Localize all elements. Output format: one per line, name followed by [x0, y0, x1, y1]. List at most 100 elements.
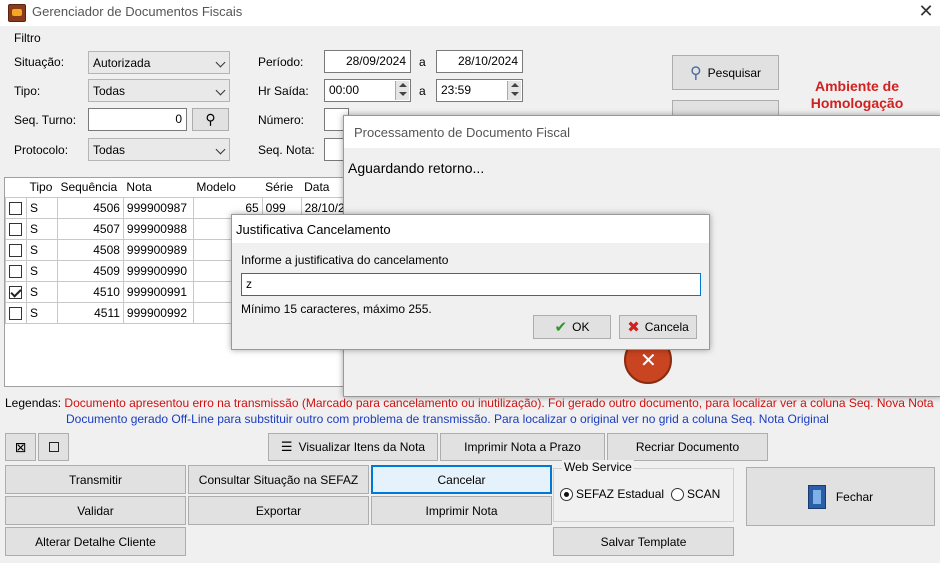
protocolo-value: Todas: [93, 143, 126, 157]
select-none-button[interactable]: [38, 433, 69, 461]
col-header-tipo[interactable]: Tipo: [26, 178, 57, 197]
ok-button[interactable]: ✔ OK: [533, 315, 611, 339]
sefaz-label: SEFAZ Estadual: [576, 487, 665, 501]
processing-message: Aguardando retorno...: [348, 160, 485, 176]
consultar-button[interactable]: Consultar Situação na SEFAZ: [188, 465, 369, 494]
col-header-data[interactable]: Data: [301, 178, 345, 197]
webservice-label: Web Service: [562, 460, 634, 474]
cell-nota: 999900991: [122, 280, 194, 303]
spinner-arrows-icon[interactable]: [507, 81, 521, 100]
check-icon: ✔: [554, 319, 568, 336]
seq-nota-label: Seq. Nota:: [258, 143, 315, 157]
justificativa-input[interactable]: z: [241, 273, 701, 296]
tipo-label: Tipo:: [14, 84, 41, 98]
cancelar-button[interactable]: Cancelar: [371, 465, 552, 494]
protocolo-select[interactable]: Todas: [88, 138, 230, 161]
cell-sequencia: 4506: [56, 196, 124, 219]
transmitir-button[interactable]: Transmitir: [5, 465, 186, 494]
legend: Legendas: Documento apresentou erro na t…: [5, 396, 940, 410]
hr-to-input[interactable]: 23:59: [436, 79, 523, 102]
cell-tipo: S: [25, 301, 58, 324]
pesquisar-button[interactable]: ⚲ Pesquisar: [672, 55, 779, 90]
col-header-serie[interactable]: Série: [262, 178, 301, 197]
cell-sequencia: 4507: [56, 217, 124, 240]
tipo-select[interactable]: Todas: [88, 79, 230, 102]
ambiente-line-2: Homologação: [810, 95, 904, 111]
justificativa-prompt: Informe a justificativa do cancelamento: [241, 253, 449, 267]
periodo-label: Período:: [258, 55, 304, 69]
cell-tipo: S: [25, 259, 58, 282]
cell-sequencia: 4509: [56, 259, 124, 282]
row-checkbox[interactable]: [9, 264, 23, 278]
scan-label: SCAN: [687, 487, 721, 501]
salvar-template-button[interactable]: Salvar Template: [553, 527, 734, 556]
cell-sequencia: 4508: [56, 238, 124, 261]
filter-group-label: Filtro: [14, 31, 41, 45]
visualizar-label: Visualizar Itens da Nota: [298, 440, 426, 454]
scan-radio[interactable]: [671, 488, 684, 501]
recriar-button[interactable]: Recriar Documento: [607, 433, 768, 461]
magnifier-icon: ⚲: [689, 64, 702, 82]
cancela-button[interactable]: ✖ Cancela: [619, 315, 697, 339]
cell-sequencia: 4510: [56, 280, 124, 303]
list-icon: ☰: [280, 439, 293, 454]
row-checkbox[interactable]: [9, 285, 23, 299]
tipo-value: Todas: [93, 84, 126, 98]
spinner-arrows-icon[interactable]: [395, 81, 409, 100]
row-checkbox-cell: [5, 259, 27, 282]
title-bar: Gerenciador de Documentos Fiscais ✕: [0, 0, 940, 26]
periodo-separator: a: [419, 55, 426, 69]
seq-turno-input[interactable]: 0: [88, 108, 187, 131]
situacao-value: Autorizada: [93, 56, 151, 70]
cell-tipo: S: [25, 238, 58, 261]
app-icon: [8, 4, 26, 22]
row-checkbox-cell: [5, 217, 27, 240]
hr-from-input[interactable]: 00:00: [324, 79, 411, 102]
chevron-down-icon: [215, 144, 226, 155]
cell-nota: 999900990: [122, 259, 194, 282]
justificativa-hint: Mínimo 15 caracteres, máximo 255.: [241, 302, 432, 316]
seq-turno-search-button[interactable]: ⚲: [192, 108, 229, 131]
imprimir-prazo-button[interactable]: Imprimir Nota a Prazo: [440, 433, 605, 461]
chevron-down-icon: [215, 85, 226, 96]
processing-dialog-title: Processamento de Documento Fiscal: [354, 125, 571, 140]
checked-box-icon: ⊠: [14, 438, 27, 455]
processing-dialog-titlebar: Processamento de Documento Fiscal: [344, 116, 940, 148]
seq-turno-label: Seq. Turno:: [14, 113, 77, 127]
hr-separator: a: [419, 84, 426, 98]
row-checkbox[interactable]: [9, 243, 23, 257]
row-checkbox[interactable]: [9, 306, 23, 320]
cell-nota: 999900989: [122, 238, 194, 261]
x-icon: ✖: [627, 319, 640, 336]
col-header-nota[interactable]: Nota: [123, 178, 193, 197]
situacao-select[interactable]: Autorizada: [88, 51, 230, 74]
periodo-to-input[interactable]: 28/10/2024: [436, 50, 523, 73]
row-checkbox[interactable]: [9, 201, 23, 215]
fechar-button[interactable]: Fechar: [746, 467, 935, 526]
visualizar-itens-button[interactable]: ☰ Visualizar Itens da Nota: [268, 433, 438, 461]
cell-tipo: S: [25, 196, 58, 219]
hr-from-value: 00:00: [329, 83, 360, 97]
imprimir-nota-button[interactable]: Imprimir Nota: [371, 496, 552, 525]
row-checkbox[interactable]: [9, 222, 23, 236]
chevron-down-icon: [215, 57, 226, 68]
row-checkbox-cell: [5, 280, 27, 303]
row-checkbox-cell: [5, 196, 27, 219]
window-title: Gerenciador de Documentos Fiscais: [32, 4, 243, 19]
col-header-modelo[interactable]: Modelo: [193, 178, 262, 197]
close-window-button[interactable]: ✕: [912, 0, 940, 24]
justificativa-dialog: Justificativa Cancelamento Informe a jus…: [231, 214, 710, 350]
exportar-button[interactable]: Exportar: [188, 496, 369, 525]
col-header-sequencia[interactable]: Sequência: [57, 178, 123, 197]
numero-label: Número:: [258, 113, 305, 127]
validar-button[interactable]: Validar: [5, 496, 186, 525]
ambiente-homologacao-label: Ambiente de Homologação: [790, 78, 924, 112]
sefaz-radio[interactable]: [560, 488, 573, 501]
row-checkbox-cell: [5, 301, 27, 324]
cell-tipo: S: [25, 217, 58, 240]
protocolo-label: Protocolo:: [14, 143, 69, 157]
select-all-button[interactable]: ⊠: [5, 433, 36, 461]
pesquisar-label: Pesquisar: [707, 65, 762, 80]
periodo-from-input[interactable]: 28/09/2024: [324, 50, 411, 73]
alterar-cliente-button[interactable]: Alterar Detalhe Cliente: [5, 527, 186, 556]
